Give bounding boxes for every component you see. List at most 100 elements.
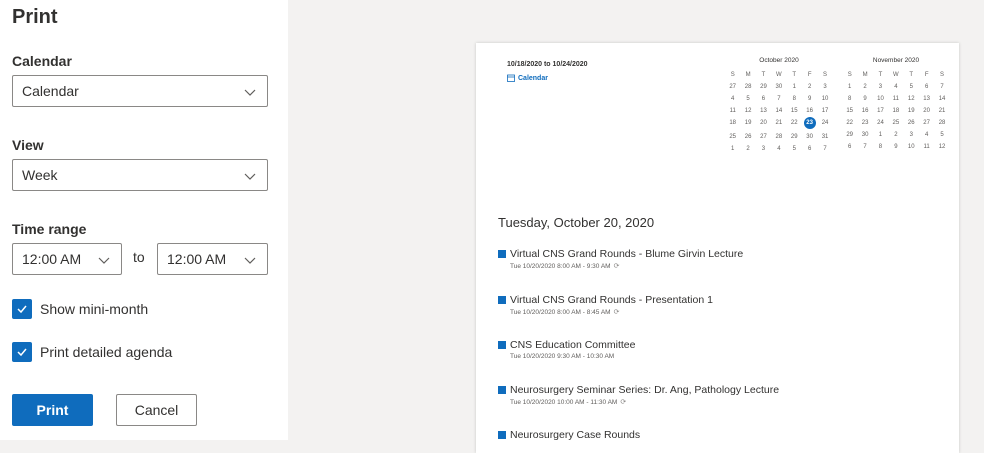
day-cell: 29 [846,132,854,138]
day-cell: 10 [821,96,829,102]
day-cell: 24 [877,120,884,126]
day-cell: 9 [894,144,898,150]
day-cell: 29 [790,134,798,140]
day-cell: 9 [863,96,867,102]
day-cell: 6 [848,144,852,150]
day-cell: 5 [940,132,944,138]
day-cell: 8 [848,96,852,102]
calendar-select-value: Calendar [22,83,79,99]
view-select[interactable]: Week [12,159,268,191]
to-label: to [133,249,145,265]
mini-month-title: November 2020 [872,57,920,64]
agenda-event: Virtual CNS Grand Rounds - Blume Girvin … [498,248,743,270]
weekday-label: S [823,72,828,78]
print-detailed-agenda-row[interactable]: Print detailed agenda [12,342,172,362]
weekday-label: F [924,72,929,78]
day-cell: 15 [846,108,854,114]
day-cell: 26 [907,120,915,126]
recurring-icon: ⟳ [613,309,620,316]
show-mini-month-checkbox[interactable] [12,299,32,319]
day-cell: 10 [907,144,915,150]
day-cell: 28 [744,84,752,90]
day-cell: 6 [807,146,812,152]
day-cell: 11 [892,96,899,102]
day-cell: 17 [877,108,884,114]
day-cell: 12 [744,108,752,114]
calendar-link-label: Calendar [518,74,548,82]
day-cell: 7 [863,144,867,150]
day-cell: 1 [848,84,852,90]
calendar-link: Calendar [507,74,548,82]
print-preview-area[interactable]: 10/18/2020 to 10/24/2020 Calendar Octobe… [288,0,984,453]
calendar-select[interactable]: Calendar [12,75,268,107]
calendar-color-icon [498,386,506,394]
weekday-label: S [730,72,735,78]
day-cell: 30 [861,132,869,138]
time-range-label: Time range [12,221,87,237]
event-time-row: Tue 10/20/2020 10:00 AM - 11:30 AM ⟳ [510,398,779,407]
day-cell: 2 [894,132,898,138]
event-title: Virtual CNS Grand Rounds - Presentation … [510,294,713,306]
checkmark-icon [17,305,27,314]
day-cell: 5 [792,146,796,152]
calendar-icon [507,74,515,82]
day-cell: 2 [863,84,867,90]
calendar-color-icon [498,296,506,304]
print-button[interactable]: Print [12,394,93,426]
view-select-value: Week [22,167,58,183]
event-time-row: Tue 10/20/2020 9:30 AM - 10:30 AM [510,353,635,360]
day-cell: 5 [909,84,913,90]
day-cell: 9 [807,96,812,102]
day-cell: 30 [775,84,783,90]
chevron-down-icon [244,257,256,264]
weekday-label: S [847,72,852,78]
print-detailed-agenda-label: Print detailed agenda [40,344,173,360]
cancel-button[interactable]: Cancel [116,394,197,426]
time-to-select[interactable]: 12:00 AM [157,243,268,275]
event-title-row: Neurosurgery Case Rounds [498,429,640,441]
calendar-color-icon [498,341,506,349]
chevron-down-icon [98,257,110,264]
dialog-title: Print [12,6,58,28]
mini-month-grid: S M T W T F S 1 2 3 4 5 6 7 8 9 10 11 12 13 14 15 16 17 18 19 20 21… [842,71,950,151]
date-range: 10/18/2020 to 10/24/2020 [507,61,588,68]
day-cell: 8 [878,144,883,150]
day-cell: 3 [909,132,913,138]
chevron-down-icon [244,89,256,96]
event-time-row: Tue 10/20/2020 8:00 AM - 8:45 AM ⟳ [510,308,713,317]
agenda-event: Virtual CNS Grand Rounds - Presentation … [498,294,713,316]
print-detailed-agenda-checkbox[interactable] [12,342,32,362]
time-from-select[interactable]: 12:00 AM [12,243,122,275]
event-time: Tue 10/20/2020 9:30 AM - 10:30 AM [510,353,615,360]
event-time: Tue 10/20/2020 8:00 AM - 8:45 AM [510,308,611,316]
day-cell: 19 [744,120,752,126]
day-cell: 11 [729,108,736,114]
day-cell: 18 [729,120,737,126]
day-cell: 17 [821,108,829,114]
event-title-row: CNS Education Committee [498,339,635,351]
show-mini-month-row[interactable]: Show mini-month [12,299,148,319]
event-title-row: Virtual CNS Grand Rounds - Blume Girvin … [498,248,743,260]
event-time: Tue 10/20/2020 8:00 AM - 9:30 AM [510,262,611,270]
event-title: CNS Education Committee [510,339,636,351]
day-heading: Tuesday, October 20, 2020 [498,215,655,230]
day-cell: 7 [940,84,944,90]
preview-page: 10/18/2020 to 10/24/2020 Calendar Octobe… [476,43,959,453]
agenda-event: Neurosurgery Seminar Series: Dr. Ang, Pa… [498,384,779,406]
weekday-label: F [807,72,812,78]
day-cell: 22 [846,120,854,126]
day-cell: 20 [923,108,930,114]
day-cell: 15 [790,108,798,114]
day-cell: 5 [746,96,750,102]
day-cell: 25 [729,134,737,140]
weekday-label: T [878,72,883,78]
day-cell: 27 [760,134,767,140]
day-cell: 4 [731,96,735,102]
day-cell: 1 [731,146,735,152]
day-cell: 25 [892,120,900,126]
event-title-row: Neurosurgery Seminar Series: Dr. Ang, Pa… [498,384,779,396]
day-cell: 21 [938,108,946,114]
time-to-value: 12:00 AM [167,251,227,267]
day-cell: 2 [807,84,812,90]
calendar-color-icon [498,250,506,258]
